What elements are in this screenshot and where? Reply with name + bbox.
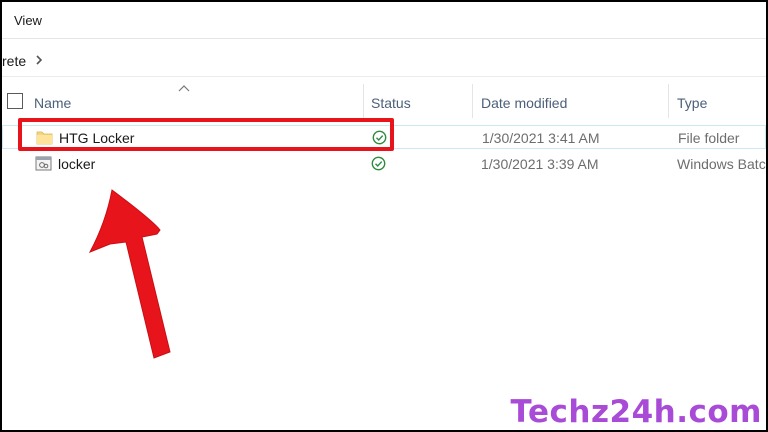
highlight-annotation (18, 118, 394, 151)
file-type: Windows Batc (677, 156, 766, 172)
red-arrow-icon (88, 189, 171, 359)
column-divider[interactable] (363, 84, 364, 118)
select-all-checkbox[interactable] (7, 93, 23, 109)
column-divider[interactable] (472, 84, 473, 118)
column-status[interactable]: Status (371, 95, 411, 111)
column-type[interactable]: Type (677, 95, 707, 111)
file-date-modified: 1/30/2021 3:41 AM (482, 130, 600, 146)
ribbon: View (2, 2, 766, 39)
column-name[interactable]: Name (34, 95, 71, 111)
synced-check-icon (371, 156, 386, 171)
file-name[interactable]: locker (58, 156, 95, 172)
file-date-modified: 1/30/2021 3:39 AM (481, 156, 599, 172)
file-explorer-window: View rete Name Status Date modified Type… (2, 2, 766, 430)
breadcrumb[interactable]: rete (2, 53, 26, 69)
batch-file-icon (35, 156, 52, 171)
watermark: Techz24h.com (510, 394, 762, 430)
column-date-modified[interactable]: Date modified (481, 95, 567, 111)
column-header: Name Status Date modified Type (2, 82, 766, 118)
file-type: File folder (678, 130, 740, 146)
file-row-locker[interactable]: locker 1/30/2021 3:39 AM Windows Batc (2, 152, 766, 176)
ribbon-tab-view[interactable]: View (14, 13, 42, 28)
chevron-right-icon[interactable] (34, 53, 44, 67)
column-divider[interactable] (668, 84, 669, 118)
address-bar[interactable]: rete (2, 44, 766, 77)
sort-ascending-icon (178, 85, 190, 92)
